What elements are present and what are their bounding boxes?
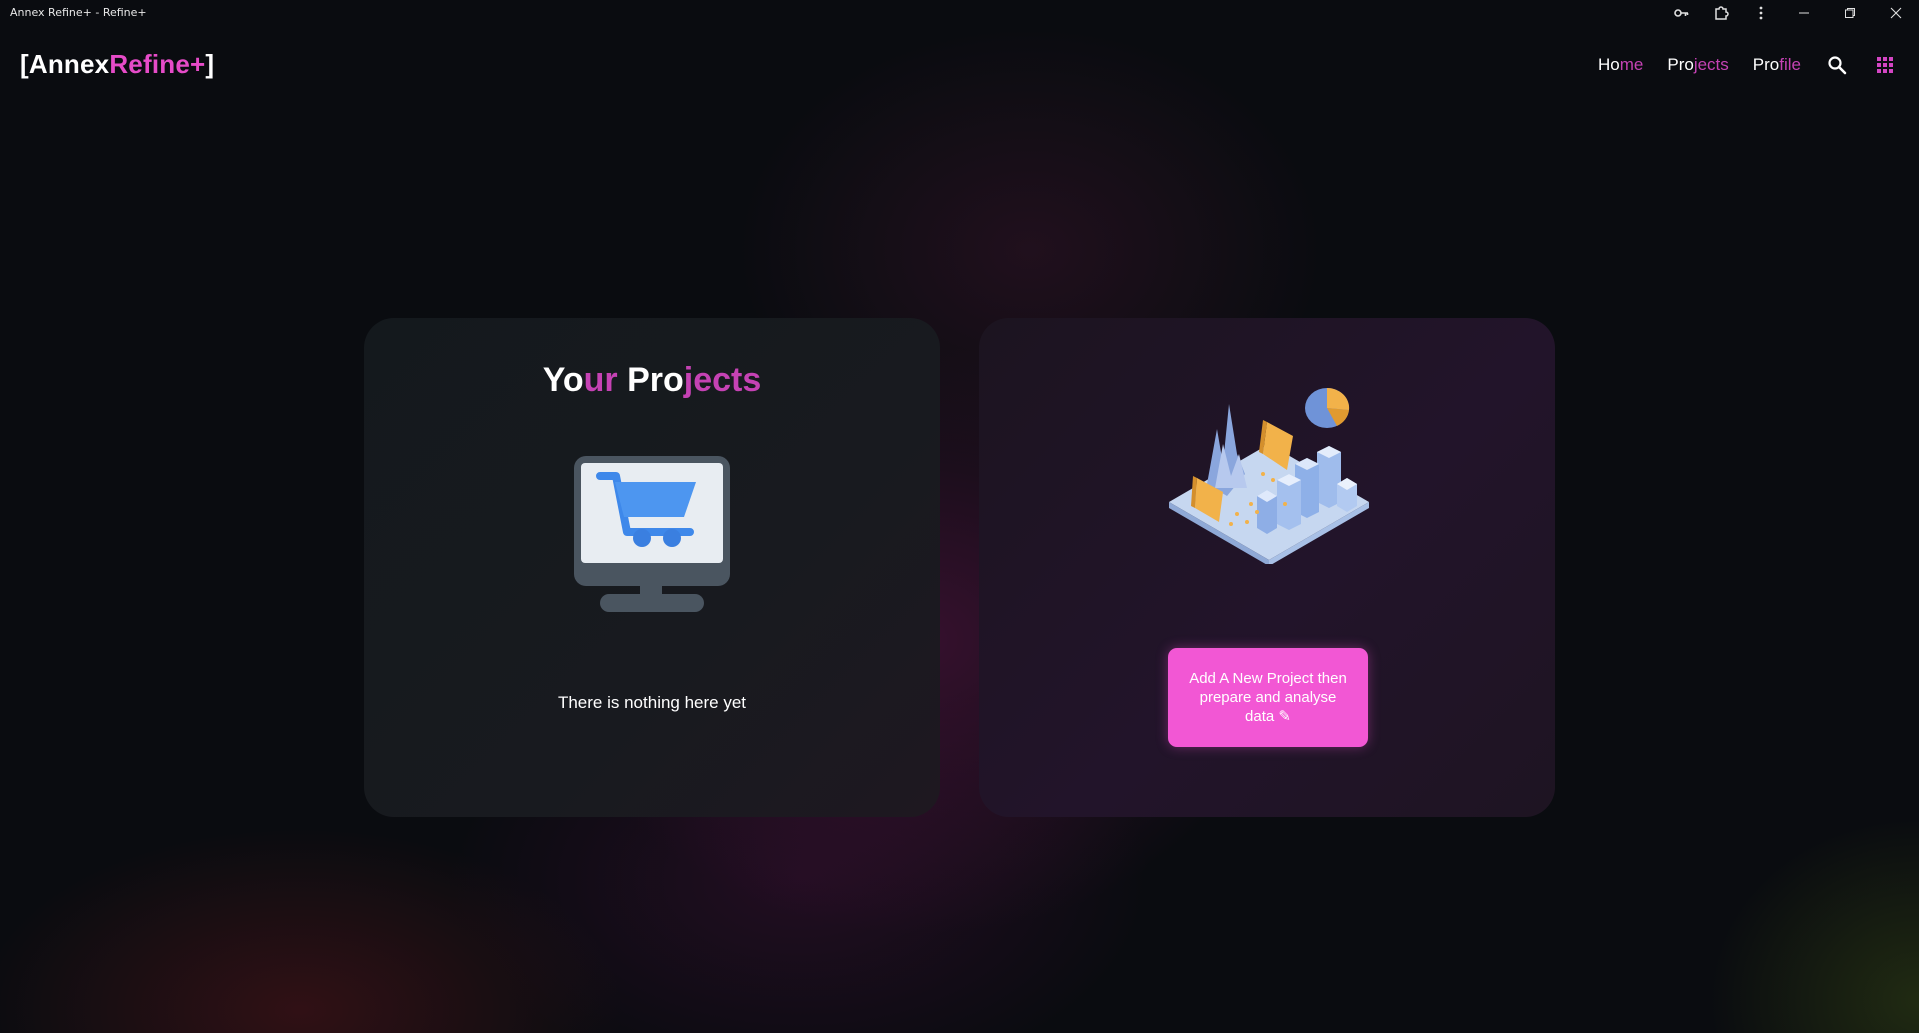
title-part-yo: Yo — [542, 361, 584, 399]
monitor-cart-icon — [572, 454, 732, 619]
restore-icon[interactable] — [1827, 0, 1873, 26]
window-controls — [1661, 0, 1919, 26]
more-vert-icon[interactable] — [1741, 0, 1781, 26]
window-titlebar: Annex Refine+ - Refine+ — [0, 0, 1919, 26]
app-logo[interactable]: [AnnexRefine+] — [20, 49, 214, 80]
title-part-jects: jects — [683, 361, 762, 399]
empty-state-text: There is nothing here yet — [557, 693, 747, 712]
add-new-project-button[interactable]: Add A New Project then prepare and analy… — [1168, 648, 1368, 747]
logo-bracket-close: ] — [205, 49, 215, 79]
key-icon[interactable] — [1661, 0, 1701, 26]
nav-projects[interactable]: Projects — [1667, 55, 1728, 75]
nav-home[interactable]: Home — [1598, 55, 1643, 75]
top-nav: Home Projects Profile — [1598, 53, 1919, 77]
new-project-card: Add A New Project then prepare and analy… — [979, 318, 1555, 817]
title-part-ur: ur — [583, 361, 618, 399]
nav-profile-a: Pro — [1752, 55, 1780, 74]
nav-home-a: Ho — [1598, 55, 1620, 74]
nav-home-b: me — [1619, 55, 1644, 74]
nav-profile-b: file — [1779, 55, 1801, 74]
logo-refine: Refine+ — [109, 49, 206, 79]
your-projects-card: Your Projects There is nothing here yet — [364, 318, 940, 817]
search-icon[interactable] — [1825, 53, 1849, 77]
title-part-pro: Pro — [627, 361, 684, 399]
your-projects-title: Your Projects — [364, 361, 940, 400]
apps-grid-icon[interactable] — [1873, 53, 1897, 77]
window-title: Annex Refine+ - Refine+ — [10, 6, 147, 19]
nav-projects-b: jects — [1693, 55, 1729, 74]
nav-projects-a: Pro — [1667, 55, 1694, 74]
close-icon[interactable] — [1873, 0, 1919, 26]
background-glow — [0, 0, 1919, 1033]
logo-bracket-open: [ — [20, 49, 29, 79]
logo-annex: Annex — [28, 49, 110, 79]
minimize-icon[interactable] — [1781, 0, 1827, 26]
data-analytics-city-illustration — [1167, 384, 1371, 569]
nav-profile[interactable]: Profile — [1753, 55, 1801, 75]
extensions-icon[interactable] — [1701, 0, 1741, 26]
